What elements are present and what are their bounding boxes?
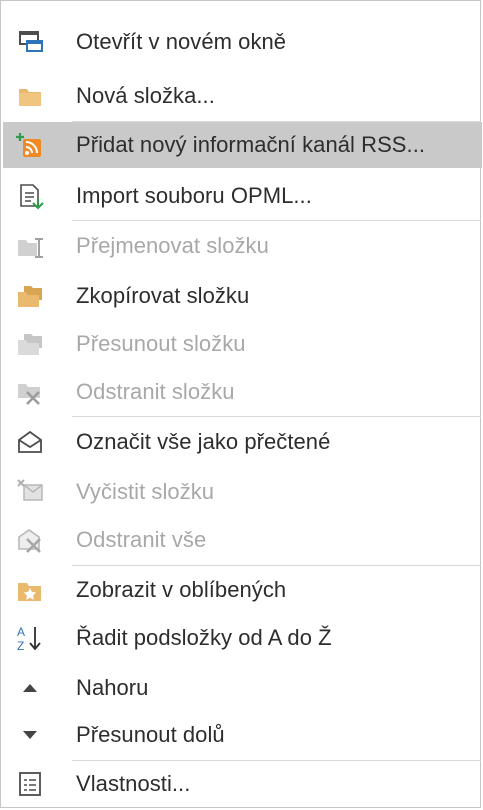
menu-item-label: Nahoru (76, 675, 149, 700)
sort-a-to-z-icon: A Z (17, 625, 41, 653)
menu-item-new-folder[interactable]: Nová složka... (3, 73, 482, 119)
menu-item-label: Vlastnosti... (76, 771, 191, 796)
menu-item-open-in-new-window[interactable]: Otevřít v novém okně (3, 19, 482, 65)
menu-item-move-folder[interactable]: Přesunout složku (3, 321, 482, 367)
folder-context-menu: Otevřít v novém okně Nová složka... Přid… (0, 0, 482, 808)
menu-item-clean-up-folder[interactable]: Vyčistit složku (3, 469, 482, 515)
menu-item-label: Nová složka... (76, 83, 215, 108)
menu-item-properties[interactable]: Vlastnosti... (3, 761, 482, 807)
menu-item-add-rss-feed[interactable]: Přidat nový informační kanál RSS... (3, 122, 482, 168)
menu-item-label: Přejmenovat složku (76, 233, 269, 258)
new-window-icon (19, 31, 43, 52)
menu-separator (72, 565, 481, 566)
menu-item-label: Vyčistit složku (76, 479, 215, 504)
favorites-icon (18, 583, 41, 601)
menu-item-delete-all[interactable]: Odstranit vše (3, 517, 482, 563)
mark-all-read-icon (18, 430, 42, 453)
clean-up-folder-icon (17, 479, 43, 501)
menu-item-label: Otevřít v novém okně (76, 29, 287, 54)
move-folder-icon (18, 334, 42, 355)
menu-item-label: Přidat nový informační kanál RSS... (76, 132, 426, 157)
up-arrow-icon (23, 684, 37, 692)
menu-item-label: Označit vše jako přečtené (76, 429, 331, 454)
menu-item-import-opml[interactable]: Import souboru OPML... (3, 173, 482, 219)
menu-separator (72, 416, 481, 417)
menu-item-sort-subfolders[interactable]: A Z Řadit podsložky od A do Ž (3, 615, 482, 661)
menu-separator (72, 220, 481, 221)
menu-item-rename-folder[interactable]: Přejmenovat složku (3, 223, 482, 269)
menu-item-label: Import souboru OPML... (76, 183, 312, 208)
svg-text:A: A (17, 625, 25, 639)
menu-item-label: Zkopírovat složku (76, 283, 250, 308)
import-opml-icon (20, 184, 44, 210)
menu-item-label: Zobrazit v oblíbených (76, 577, 287, 602)
menu-item-label: Přesunout dolů (76, 722, 225, 747)
delete-all-icon (18, 529, 41, 553)
menu-item-show-in-favorites[interactable]: Zobrazit v oblíbených (3, 567, 482, 613)
menu-item-label: Odstranit vše (76, 527, 207, 552)
menu-item-move-up[interactable]: Nahoru (3, 665, 482, 711)
down-arrow-icon (23, 731, 37, 739)
copy-folder-icon (18, 286, 42, 307)
menu-item-mark-all-read[interactable]: Označit vše jako přečtené (3, 419, 482, 465)
delete-folder-icon (18, 384, 40, 405)
menu-item-label: Odstranit složku (76, 379, 235, 404)
menu-item-label: Řadit podsložky od A do Ž (76, 625, 332, 650)
menu-item-move-down[interactable]: Přesunout dolů (3, 712, 482, 758)
menu-item-label: Přesunout složku (76, 331, 246, 356)
svg-text:Z: Z (17, 639, 24, 653)
folder-icon (19, 89, 41, 106)
add-rss-feed-icon (16, 133, 41, 157)
menu-item-copy-folder[interactable]: Zkopírovat složku (3, 273, 482, 319)
properties-icon (19, 772, 41, 796)
menu-item-delete-folder[interactable]: Odstranit složku (3, 369, 482, 415)
rename-folder-icon (18, 238, 43, 258)
